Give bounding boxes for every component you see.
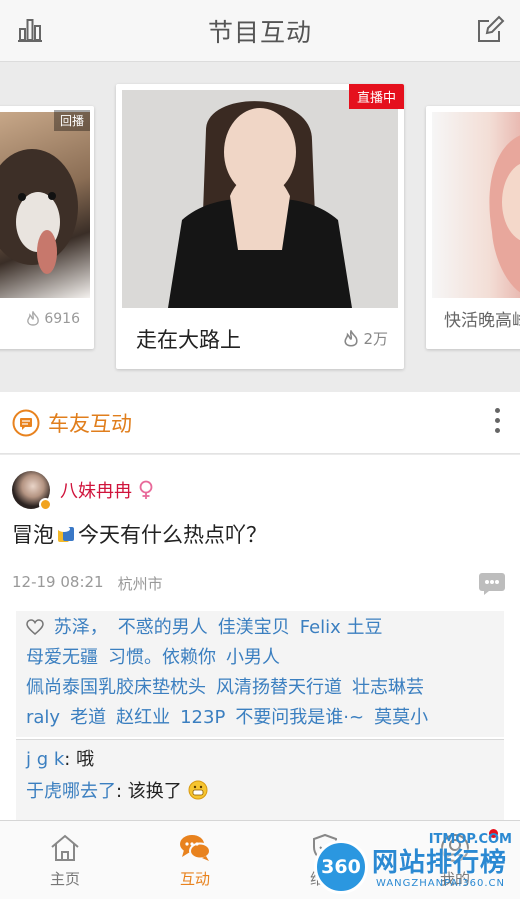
section-title: 车友互动 [48, 411, 132, 436]
verified-badge [39, 498, 52, 511]
bar-chart-icon [18, 19, 42, 42]
tab-label: 我的 [439, 869, 470, 888]
liker[interactable]: 佩尚泰国乳胶床垫枕头 [26, 677, 206, 698]
program-name: 走在大路上 [136, 327, 241, 352]
tab-label: 互动 [179, 869, 210, 888]
host-photo [122, 90, 398, 308]
tab-label: 维权 [309, 869, 340, 888]
like-row: 苏泽， 不惑的男人 佳渼宝贝 Felix 土豆 [26, 613, 494, 643]
like-row: raly 老道 赵红业 123P 不要问我是谁·~ 莫莫小 [26, 703, 494, 733]
like-list: 苏泽， 不惑的男人 佳渼宝贝 Felix 土豆 母爱无疆 习惯。依赖你 小男人 佩尚泰国乳… [16, 611, 504, 737]
liker[interactable]: 123P [180, 707, 225, 728]
liker[interactable]: 风清扬替天行道 [216, 677, 342, 698]
like-row: 佩尚泰国乳胶床垫枕头 风清扬替天行道 壮志琳芸 [26, 673, 494, 703]
message-icon [12, 409, 40, 436]
liker[interactable]: 不要问我是谁·~ [235, 707, 364, 728]
program-carousel[interactable]: 回播 6916 直播中 走在大路上 2万 快活晚高 [0, 62, 520, 392]
comment-user[interactable]: j g k [26, 749, 64, 770]
bottom-tab-bar: 主页 互动 维权 我的 [0, 820, 520, 899]
liker[interactable]: 小男人 [226, 647, 280, 668]
program-card-live[interactable]: 直播中 走在大路上 2万 [116, 84, 404, 369]
replay-tag: 回播 [53, 110, 90, 131]
stats-button[interactable] [12, 12, 48, 48]
program-card-replay[interactable]: 回播 6916 [0, 106, 94, 349]
compose-button[interactable] [472, 12, 508, 48]
cheers-emoji-icon [58, 526, 74, 542]
username[interactable]: 八妹冉冉 [60, 477, 132, 503]
program-name: 快活晚高峰 [444, 311, 520, 331]
liker[interactable]: 不惑的男人 [118, 617, 208, 638]
post-author[interactable]: 八妹冉冉 [12, 471, 154, 511]
notification-dot [489, 829, 498, 838]
more-icon [495, 408, 500, 413]
post-location: 杭州市 [117, 575, 163, 593]
shield-icon [313, 833, 337, 862]
post-content: 冒泡 今天有什么热点吖？ [12, 523, 267, 547]
post-card: 八妹冉冉 冒泡 今天有什么热点吖？ 12-19 08:21 杭州市 苏泽， 不惑… [0, 455, 520, 820]
comment-text: 该换了 [127, 781, 182, 802]
program-card-next[interactable]: 快活晚高峰 [426, 106, 520, 349]
liker[interactable]: 壮志琳芸 [352, 677, 424, 698]
comment-user[interactable]: 于虎哪去了 [26, 781, 116, 802]
liker[interactable]: Felix 土豆 [300, 617, 383, 638]
comment-item[interactable]: 于虎哪去了: 该换了 [26, 776, 494, 808]
flame-icon [344, 329, 359, 347]
heat-count: 6916 [26, 310, 80, 327]
tab-interact[interactable]: 互动 [130, 821, 260, 899]
heart-icon [26, 619, 44, 635]
liker[interactable]: 老道 [70, 707, 106, 728]
comment-text: 哦 [76, 749, 95, 770]
app-header: 节目互动 [0, 0, 520, 62]
liker[interactable]: 佳渼宝贝 [218, 617, 290, 638]
page-title: 节目互动 [207, 17, 312, 47]
liker[interactable]: 习惯。依赖你 [108, 647, 216, 668]
liker[interactable]: 莫莫小 [374, 707, 428, 728]
post-time: 12-19 08:21 [12, 573, 104, 591]
user-icon [441, 833, 469, 862]
tab-me[interactable]: 我的 [390, 821, 520, 899]
liker[interactable]: 苏泽， [54, 617, 108, 638]
chat-icon [180, 834, 211, 861]
live-tag: 直播中 [348, 84, 404, 109]
tab-label: 主页 [49, 869, 80, 888]
heat-count: 2万 [343, 328, 388, 349]
comment-icon [479, 573, 505, 595]
tab-home[interactable]: 主页 [0, 821, 130, 899]
home-icon [51, 834, 79, 861]
more-options-button[interactable] [495, 408, 500, 433]
section-header: 车友互动 [0, 392, 520, 454]
female-icon [139, 480, 153, 499]
program-thumbnail [432, 112, 520, 298]
comment-button[interactable] [478, 571, 506, 595]
like-row: 母爱无疆 习惯。依赖你 小男人 [26, 643, 494, 673]
dog-thumbnail [0, 112, 90, 298]
grin-emoji-icon [188, 780, 208, 800]
liker[interactable]: 赵红业 [116, 707, 170, 728]
comment-item[interactable]: j g k: 哦 [26, 744, 494, 776]
tab-rights[interactable]: 维权 [260, 821, 390, 899]
edit-icon [478, 15, 505, 42]
flame-icon [27, 310, 40, 326]
post-meta: 12-19 08:21 杭州市 [12, 573, 163, 594]
liker[interactable]: raly [26, 707, 60, 728]
avatar[interactable] [12, 471, 52, 511]
liker[interactable]: 母爱无疆 [26, 647, 98, 668]
comment-list: j g k: 哦 于虎哪去了: 该换了 [16, 739, 504, 820]
